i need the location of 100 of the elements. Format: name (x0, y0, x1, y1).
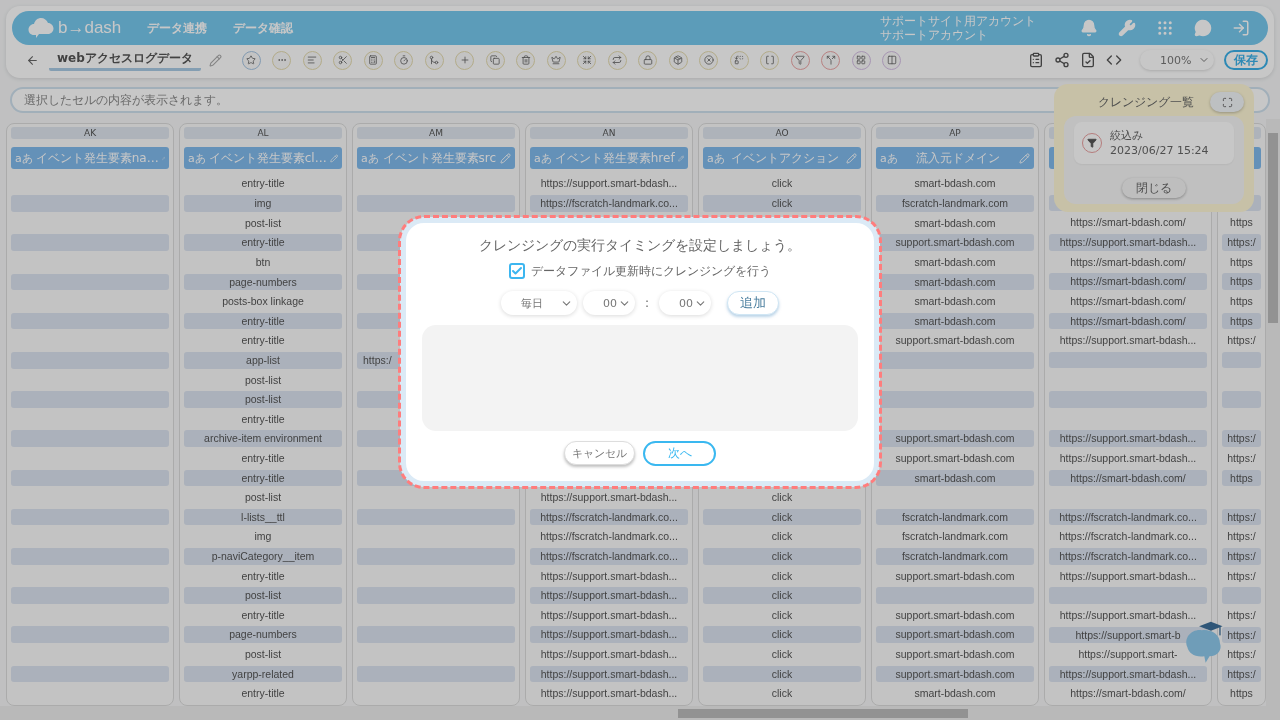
table-cell[interactable]: https://smart-bdash.com/ (1049, 312, 1207, 330)
table-cell[interactable]: fscratch-landmark.com (876, 508, 1034, 526)
table-cell[interactable]: https://support.smart-bdash... (1049, 449, 1207, 467)
table-cell[interactable]: https (1222, 214, 1261, 232)
table-cell[interactable]: img (184, 528, 342, 546)
code-icon[interactable] (1106, 52, 1122, 68)
brackets-button[interactable] (760, 50, 780, 70)
table-cell[interactable]: https://support.smart-bdash... (1049, 567, 1207, 585)
table-cell[interactable]: post-list (184, 587, 342, 604)
x-circle-button[interactable] (699, 50, 719, 70)
table-cell[interactable]: post-list (184, 391, 342, 408)
split-button[interactable] (821, 50, 841, 70)
table-cell[interactable]: click (703, 646, 861, 663)
table-cell[interactable]: entry-title (184, 410, 342, 428)
table-cell[interactable]: https://support.smart-bdash... (1049, 665, 1207, 683)
table-cell[interactable]: entry-title (184, 175, 342, 193)
table-cell[interactable]: https://fscratch-landmark.co... (530, 508, 688, 526)
empty-cell[interactable] (11, 626, 169, 644)
empty-cell[interactable] (11, 351, 169, 369)
table-cell[interactable]: https:/ (1222, 567, 1261, 585)
table-cell[interactable]: entry-title (184, 685, 342, 702)
timer-button[interactable] (394, 50, 414, 70)
table-cell[interactable]: btn (184, 253, 342, 271)
empty-cell[interactable] (1049, 351, 1207, 369)
pencil-icon[interactable] (329, 152, 338, 164)
empty-cell[interactable] (357, 626, 515, 644)
clipboard-icon[interactable] (1028, 52, 1044, 68)
frequency-select[interactable]: 毎日 (500, 291, 577, 315)
empty-cell[interactable] (1049, 587, 1207, 604)
table-cell[interactable]: click (703, 195, 861, 212)
empty-cell[interactable] (357, 548, 515, 565)
empty-cell[interactable] (11, 508, 169, 526)
table-cell[interactable]: https:/ (1222, 528, 1261, 546)
table-cell[interactable]: click (703, 685, 861, 702)
table-cell[interactable]: https://fscratch-landmark.co... (530, 195, 688, 212)
table-cell[interactable]: entry-title (184, 450, 342, 467)
settings-button[interactable] (1116, 17, 1138, 39)
table-cell[interactable]: https://fscratch-landmark.co... (1049, 528, 1207, 546)
repeat-button[interactable] (607, 50, 627, 70)
shrink-button[interactable] (577, 50, 597, 70)
table-cell[interactable]: entry-title (184, 469, 342, 487)
table-cell[interactable]: entry-title (184, 567, 342, 585)
table-cell[interactable]: https://support.smart-bdash... (530, 175, 688, 193)
table-cell[interactable]: https://support.smart-bdash... (530, 606, 688, 624)
horizontal-scrollbar[interactable] (0, 706, 1280, 720)
table-cell[interactable]: entry-title (184, 234, 342, 251)
empty-cell[interactable] (11, 548, 169, 565)
table-cell[interactable]: https:/ (1222, 548, 1261, 565)
empty-cell[interactable] (1222, 391, 1261, 408)
empty-cell[interactable] (876, 587, 1034, 604)
table-cell[interactable]: fscratch-landmark.com (876, 195, 1034, 212)
table-cell[interactable]: https://support.smart-bdash... (530, 587, 688, 604)
trash-button[interactable] (516, 50, 536, 70)
table-cell[interactable]: support.smart-bdash.com (876, 606, 1034, 624)
vertical-scrollbar[interactable] (1266, 119, 1280, 706)
table-cell[interactable]: https://smart-bdash.com/ (1049, 214, 1207, 232)
box-button[interactable] (668, 50, 688, 70)
empty-cell[interactable] (11, 665, 169, 683)
add-button[interactable]: 追加 (727, 291, 779, 315)
table-cell[interactable]: smart-bdash.com (876, 214, 1034, 232)
column-letter[interactable]: AP (876, 127, 1034, 139)
table-cell[interactable]: page-numbers (184, 273, 342, 291)
columns-button[interactable] (882, 50, 902, 70)
expand-button[interactable] (1210, 92, 1244, 112)
table-cell[interactable]: entry-title (184, 606, 342, 624)
share-icon[interactable] (1054, 52, 1070, 68)
empty-cell[interactable] (11, 587, 169, 604)
column-letter[interactable]: AO (703, 127, 861, 139)
empty-cell[interactable] (11, 234, 169, 251)
empty-cell[interactable] (11, 430, 169, 447)
table-cell[interactable]: https:/ (1222, 508, 1261, 526)
table-cell[interactable]: https (1222, 469, 1261, 487)
table-cell[interactable]: archive-item environment (184, 430, 342, 447)
table-cell[interactable]: click (703, 626, 861, 644)
table-cell[interactable]: https://support.smart-bdash... (530, 489, 688, 506)
cancel-button[interactable]: キャンセル (564, 441, 635, 465)
empty-cell[interactable] (357, 195, 515, 212)
table-cell[interactable]: click (703, 175, 861, 193)
merge-button[interactable] (424, 50, 444, 70)
chat-button[interactable] (1192, 17, 1214, 39)
table-cell[interactable]: posts-box linkage (184, 293, 342, 310)
table-cell[interactable]: https://smart-bdash.com/ (1049, 253, 1207, 271)
table-cell[interactable]: support.smart-bdash.com (876, 646, 1034, 663)
table-cell[interactable]: smart-bdash.com (876, 293, 1034, 310)
table-cell[interactable]: smart-bdash.com (876, 175, 1034, 193)
column-letter[interactable]: AK (11, 127, 169, 139)
table-cell[interactable]: https://fscratch-landmark.co... (1049, 548, 1207, 565)
table-cell[interactable]: page-numbers (184, 626, 342, 644)
table-cell[interactable]: https://support.smart-bdash... (1049, 332, 1207, 349)
table-cell[interactable]: https://smart-bdash.com/ (1049, 469, 1207, 487)
replace-button[interactable] (729, 50, 749, 70)
table-cell[interactable]: https://smart-bdash.com/ (1049, 685, 1207, 703)
lock-button[interactable] (638, 50, 658, 70)
table-cell[interactable]: img (184, 195, 342, 212)
empty-cell[interactable] (11, 195, 169, 212)
table-cell[interactable]: https:/ (1222, 430, 1261, 447)
empty-cell[interactable] (11, 469, 169, 487)
table-cell[interactable]: smart-bdash.com (876, 469, 1034, 487)
calculator-button[interactable] (363, 50, 383, 70)
table-cell[interactable]: click (703, 548, 861, 565)
